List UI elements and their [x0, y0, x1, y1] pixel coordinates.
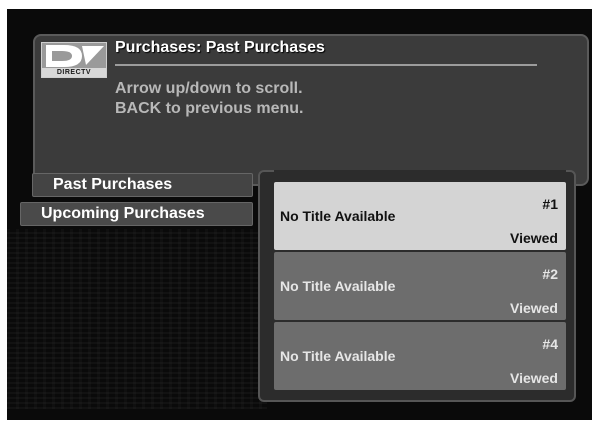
row-number: #4 — [542, 336, 558, 352]
purchase-row-selected[interactable]: No Title Available #1 Viewed — [274, 182, 566, 250]
row-title: No Title Available — [280, 208, 396, 224]
row-status: Viewed — [510, 370, 558, 386]
directv-logo: DIRECTV — [41, 42, 107, 78]
tab-past-purchases[interactable]: Past Purchases — [32, 173, 253, 197]
background-noise — [7, 229, 267, 409]
purchase-row[interactable]: No Title Available #4 Viewed — [274, 322, 566, 390]
instruction-back: BACK to previous menu. — [115, 100, 304, 117]
page-title: Purchases: Past Purchases — [115, 39, 325, 56]
instruction-scroll: Arrow up/down to scroll. — [115, 80, 303, 97]
title-divider — [115, 64, 537, 66]
row-title: No Title Available — [280, 278, 396, 294]
row-status: Viewed — [510, 300, 558, 316]
row-status: Viewed — [510, 230, 558, 246]
purchase-row[interactable]: No Title Available #2 Viewed — [274, 252, 566, 320]
tab-upcoming-purchases[interactable]: Upcoming Purchases — [20, 202, 253, 226]
directv-logo-icon — [46, 45, 104, 67]
tv-screen: DIRECTV Purchases: Past Purchases Arrow … — [7, 9, 592, 420]
row-number: #1 — [542, 196, 558, 212]
purchase-list: No Title Available #1 Viewed No Title Av… — [258, 170, 576, 402]
logo-text: DIRECTV — [42, 68, 106, 77]
row-title: No Title Available — [280, 348, 396, 364]
list-tab-strip — [274, 170, 566, 182]
row-number: #2 — [542, 266, 558, 282]
header-panel: DIRECTV Purchases: Past Purchases Arrow … — [33, 34, 589, 186]
